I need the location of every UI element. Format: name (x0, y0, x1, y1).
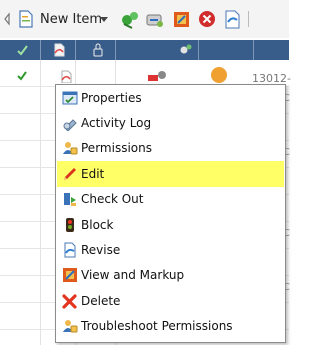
header-file-icon[interactable] (52, 42, 66, 62)
menu-item-label: Delete (81, 293, 121, 308)
grid-header (0, 40, 289, 60)
new-item-button[interactable]: New Item (40, 12, 102, 27)
menu-item-label: Edit (81, 166, 105, 181)
header-workflow-icon[interactable] (178, 42, 194, 62)
edit-pencil-icon (62, 166, 78, 182)
activity-log-icon (62, 115, 78, 132)
menu-item-label: Revise (81, 243, 121, 258)
menu-item-view-and-markup[interactable]: View and Markup (57, 263, 284, 288)
menu-item-edit[interactable]: Edit (57, 161, 284, 187)
menu-item-properties[interactable]: Properties (57, 85, 284, 110)
properties-icon (62, 90, 78, 106)
scroll-left-icon[interactable] (3, 8, 11, 30)
row-checkmark-icon (16, 70, 28, 85)
menu-item-block[interactable]: Block (57, 212, 284, 237)
new-document-icon[interactable] (17, 8, 35, 30)
menu-item-label: Properties (81, 90, 142, 105)
column-divider (40, 60, 41, 345)
chevron-down-icon[interactable] (98, 8, 110, 30)
header-divider (115, 40, 116, 60)
toolbar: New Item (0, 0, 289, 38)
table-row[interactable] (0, 60, 289, 87)
troubleshoot-permissions-icon (62, 318, 78, 334)
menu-item-delete[interactable]: Delete (57, 288, 284, 313)
menu-item-label: Troubleshoot Permissions (81, 319, 233, 334)
permissions-icon (62, 140, 78, 156)
delete-icon[interactable] (197, 8, 217, 30)
menu-item-label: Permissions (81, 141, 152, 156)
revise-icon (62, 242, 78, 258)
header-divider (40, 40, 41, 60)
workflow-icon[interactable] (120, 8, 140, 30)
menu-item-label: Block (81, 217, 114, 232)
menu-item-revise[interactable]: Revise (57, 237, 284, 262)
header-checkmark-icon[interactable] (16, 42, 28, 61)
check-out-icon (62, 191, 78, 207)
delete-x-icon (62, 293, 78, 309)
view-markup-icon (62, 267, 78, 283)
menu-item-permissions[interactable]: Permissions (57, 136, 284, 161)
header-divider (253, 40, 254, 60)
menu-item-activity-log[interactable]: Activity Log (57, 110, 284, 135)
header-lock-icon[interactable] (92, 42, 104, 62)
menu-item-troubleshoot-permissions[interactable]: Troubleshoot Permissions (57, 314, 284, 339)
view-markup-icon[interactable] (172, 8, 192, 30)
header-divider (75, 40, 76, 60)
block-icon (62, 217, 78, 233)
menu-item-label: View and Markup (81, 268, 185, 283)
toolbar-separator (247, 8, 251, 30)
menu-item-label: Check Out (81, 192, 144, 207)
context-menu: Properties Activity Log Permissions Edit… (55, 84, 286, 343)
header-divider (198, 40, 199, 60)
menu-item-label: Activity Log (81, 116, 152, 131)
revise-icon[interactable] (222, 8, 242, 30)
menu-item-check-out[interactable]: Check Out (57, 187, 284, 212)
transfer-icon[interactable] (145, 8, 165, 30)
